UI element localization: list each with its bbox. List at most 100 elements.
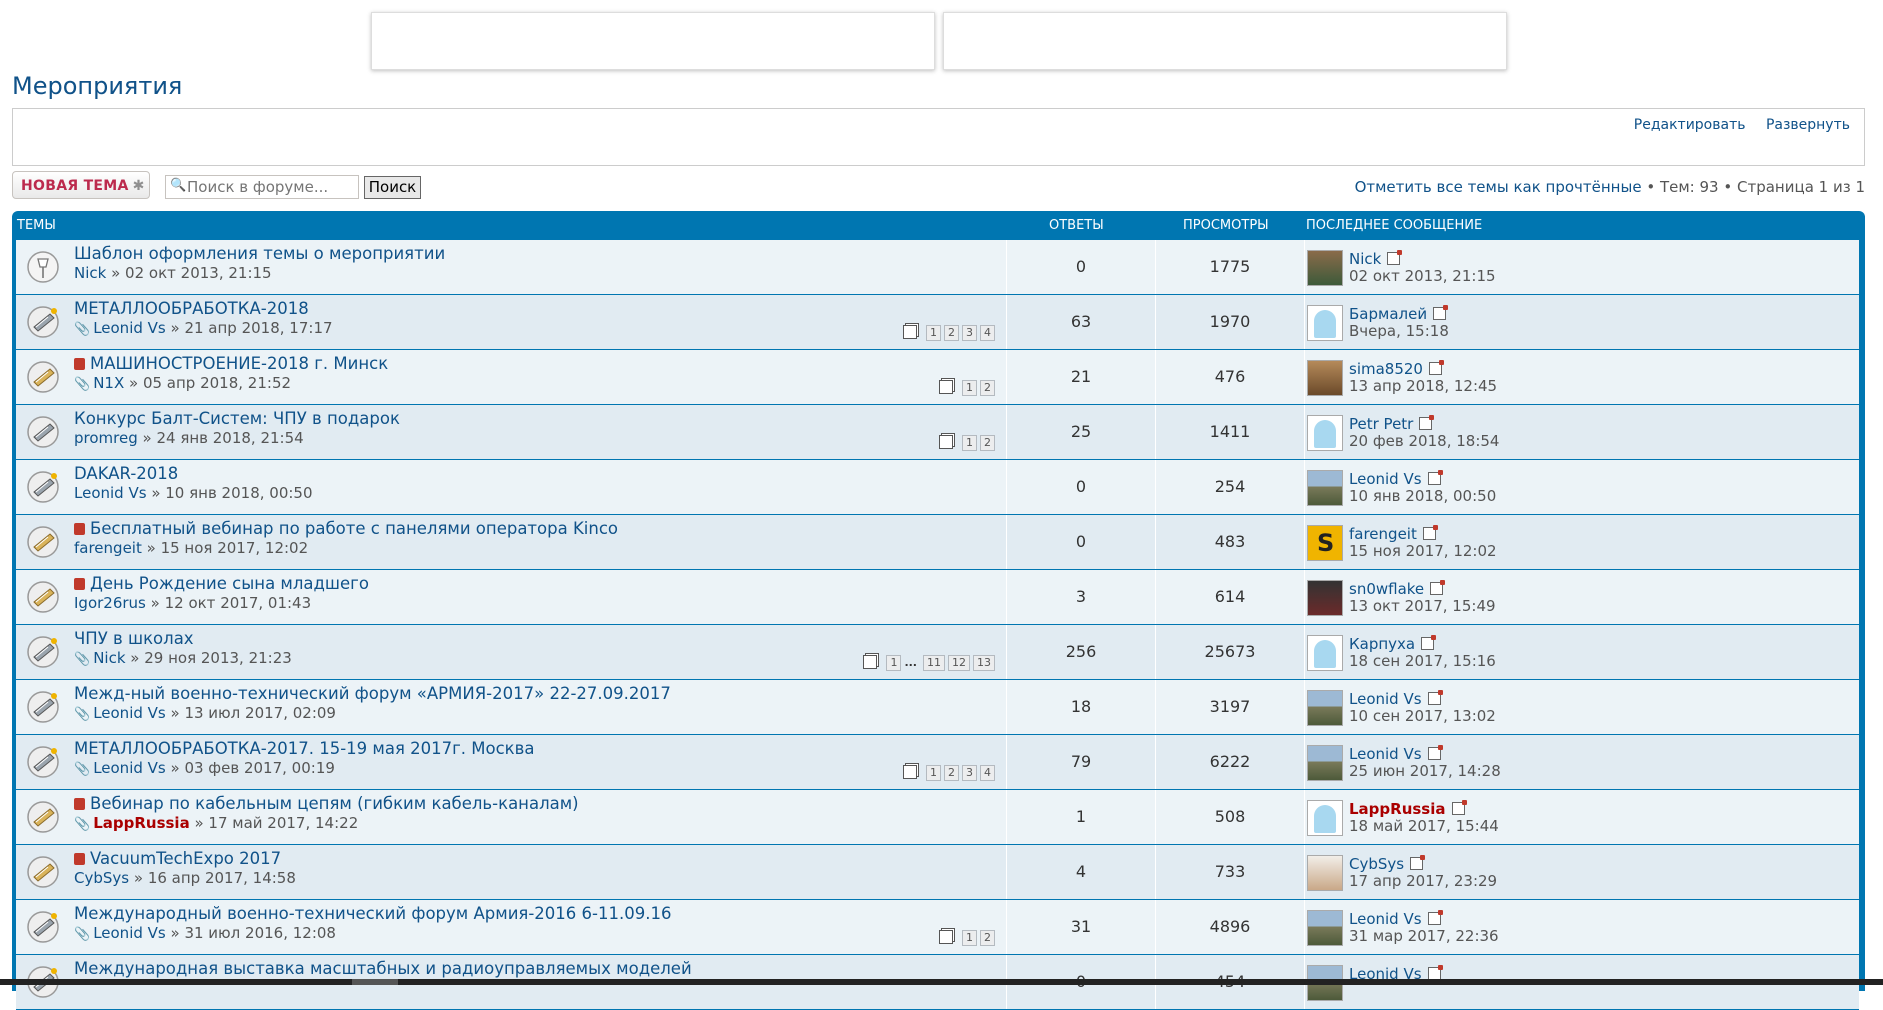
- topic-author[interactable]: Leonid Vs: [93, 759, 166, 777]
- page-link[interactable]: 2: [980, 380, 995, 396]
- default-avatar[interactable]: [1307, 415, 1343, 451]
- topic-title-link[interactable]: День Рождение сына младшего: [74, 574, 369, 593]
- default-avatar[interactable]: [1307, 635, 1343, 671]
- go-to-post-icon[interactable]: [1387, 250, 1403, 265]
- last-post-author[interactable]: Бармалей: [1349, 305, 1449, 323]
- page-link[interactable]: 1: [962, 435, 977, 451]
- topic-author[interactable]: Leonid Vs: [74, 484, 147, 502]
- topic-date: 13 июл 2017, 02:09: [184, 704, 336, 722]
- last-post-author[interactable]: LappRussia: [1349, 800, 1467, 818]
- landscape-avatar[interactable]: [1307, 470, 1343, 506]
- topic-author[interactable]: Nick: [74, 264, 106, 282]
- topic-title-link[interactable]: Международный военно-технический форум А…: [74, 904, 671, 923]
- topic-title-link[interactable]: Межд-ный военно-технический форум «АРМИЯ…: [74, 684, 671, 703]
- topic-title: VacuumTechExpo 2017: [90, 849, 282, 868]
- page-link[interactable]: 4: [980, 325, 995, 341]
- page-link[interactable]: 11: [923, 655, 945, 671]
- go-to-post-icon[interactable]: [1427, 745, 1443, 760]
- topic-title-link[interactable]: DAKAR-2018: [74, 464, 178, 483]
- go-to-post-icon[interactable]: [1427, 910, 1443, 925]
- topic-title-link[interactable]: VacuumTechExpo 2017: [74, 849, 281, 868]
- topic-author[interactable]: Nick: [93, 649, 125, 667]
- topic-title-link[interactable]: Конкурс Балт-Систем: ЧПУ в подарок: [74, 409, 400, 428]
- topic-title-link[interactable]: МЕТАЛЛООБРАБОТКА-2017. 15-19 мая 2017г. …: [74, 739, 534, 758]
- cat-avatar[interactable]: [1307, 360, 1343, 396]
- person-avatar[interactable]: [1307, 855, 1343, 891]
- last-post-author[interactable]: Leonid Vs: [1349, 910, 1443, 928]
- go-to-post-icon[interactable]: [1427, 690, 1443, 705]
- last-post-author[interactable]: Petr Petr: [1349, 415, 1435, 433]
- page-link[interactable]: 13: [973, 655, 995, 671]
- page-link[interactable]: 2: [944, 325, 959, 341]
- search-button[interactable]: Поиск: [364, 176, 421, 199]
- views-count: 4896: [1155, 900, 1304, 954]
- topic-author[interactable]: Igor26rus: [74, 594, 146, 612]
- last-post-author[interactable]: sima8520: [1349, 360, 1444, 378]
- scrollbar-thumb[interactable]: [352, 979, 398, 985]
- topic-title-link[interactable]: Шаблон оформления темы о мероприятии: [74, 244, 445, 263]
- last-post-date: 17 апр 2017, 23:29: [1349, 872, 1498, 890]
- page-link[interactable]: 1: [962, 930, 977, 946]
- last-post-author[interactable]: Nick: [1349, 250, 1403, 268]
- go-to-post-icon[interactable]: [1433, 305, 1449, 320]
- last-post-author[interactable]: CybSys: [1349, 855, 1426, 873]
- last-post-author[interactable]: Карпуха: [1349, 635, 1437, 653]
- new-topic-button[interactable]: НОВАЯ ТЕМА ✱: [12, 171, 150, 199]
- go-to-post-icon[interactable]: [1422, 525, 1438, 540]
- go-to-post-icon[interactable]: [1419, 415, 1435, 430]
- page-link[interactable]: 1: [962, 380, 977, 396]
- landscape-avatar[interactable]: [1307, 745, 1343, 781]
- page-link[interactable]: 2: [944, 765, 959, 781]
- landscape-avatar[interactable]: [1307, 690, 1343, 726]
- page-link[interactable]: 12: [948, 655, 970, 671]
- go-to-post-icon[interactable]: [1430, 580, 1446, 595]
- go-to-post-icon[interactable]: [1428, 360, 1444, 375]
- topic-title-link[interactable]: Вебинар по кабельным цепям (гибким кабел…: [74, 794, 579, 813]
- topic-author[interactable]: Leonid Vs: [93, 319, 166, 337]
- topic-title-link[interactable]: МАШИНОСТРОЕНИЕ-2018 г. Минск: [74, 354, 388, 373]
- last-post-author[interactable]: Leonid Vs: [1349, 470, 1443, 488]
- page-link[interactable]: 2: [980, 930, 995, 946]
- topic-author[interactable]: CybSys: [74, 869, 129, 887]
- topic-author[interactable]: LappRussia: [93, 814, 190, 832]
- mark-read-link[interactable]: Отметить все темы как прочтённые: [1355, 178, 1642, 196]
- landscape-avatar[interactable]: [1307, 910, 1343, 946]
- topic-title-link[interactable]: Бесплатный вебинар по работе с панелями …: [74, 519, 618, 538]
- photo-avatar[interactable]: [1307, 250, 1343, 286]
- go-to-post-icon[interactable]: [1421, 635, 1437, 650]
- go-to-post-icon[interactable]: [1451, 800, 1467, 815]
- topic-title-link[interactable]: МЕТАЛЛООБРАБОТКА-2018: [74, 299, 309, 318]
- go-to-post-icon[interactable]: [1410, 855, 1426, 870]
- last-post-author[interactable]: Leonid Vs: [1349, 745, 1443, 763]
- last-post-date: 13 окт 2017, 15:49: [1349, 597, 1496, 615]
- page-link[interactable]: 1: [886, 655, 902, 671]
- last-post-author[interactable]: sn0wflake: [1349, 580, 1446, 598]
- topic-title-link[interactable]: Международная выставка масштабных и ради…: [74, 959, 692, 978]
- topic-author[interactable]: Leonid Vs: [93, 924, 166, 942]
- last-post-author-name: Карпуха: [1349, 635, 1416, 653]
- go-to-post-icon[interactable]: [1427, 470, 1443, 485]
- topic-title-link[interactable]: ЧПУ в школах: [74, 629, 194, 648]
- page-link[interactable]: 4: [980, 765, 995, 781]
- horizontal-scrollbar[interactable]: [0, 979, 1883, 985]
- default-avatar[interactable]: [1307, 800, 1343, 836]
- page-link[interactable]: 2: [980, 435, 995, 451]
- topic-author[interactable]: N1X: [93, 374, 124, 392]
- page-link[interactable]: 3: [962, 765, 977, 781]
- default-avatar[interactable]: [1307, 305, 1343, 341]
- edit-link[interactable]: Редактировать: [1634, 117, 1746, 133]
- topic-author[interactable]: farengeit: [74, 539, 142, 557]
- topic-author[interactable]: Leonid Vs: [93, 704, 166, 722]
- s-logo-avatar[interactable]: S: [1307, 525, 1343, 561]
- page-link[interactable]: 1: [926, 765, 941, 781]
- page-link[interactable]: 3: [962, 325, 977, 341]
- topic-author[interactable]: promreg: [74, 429, 138, 447]
- last-post-author[interactable]: Leonid Vs: [1349, 690, 1443, 708]
- page-link[interactable]: 1: [926, 325, 941, 341]
- topic-row: МАШИНОСТРОЕНИЕ-2018 г. Минск 📎 N1X » 05 ап…: [16, 350, 1859, 405]
- last-post-author[interactable]: farengeit: [1349, 525, 1438, 543]
- expand-link[interactable]: Развернуть: [1766, 117, 1850, 133]
- dark-avatar[interactable]: [1307, 580, 1343, 616]
- topic-row: МЕТАЛЛООБРАБОТКА-2018 📎 Leonid Vs » 21 апр…: [16, 295, 1859, 350]
- search-input[interactable]: [187, 177, 355, 197]
